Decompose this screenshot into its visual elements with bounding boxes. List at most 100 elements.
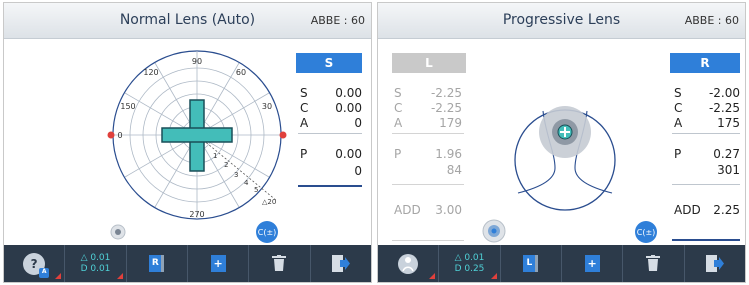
right-red-marker (279, 131, 287, 139)
c-sign-label-right: C(±) (636, 227, 656, 237)
r-c-row: C -2.25 (674, 101, 740, 115)
lens-mode-icon (398, 253, 419, 274)
lens-position-icon-right (482, 219, 506, 243)
l-p-value-1: 1.96 (435, 147, 462, 161)
add-icon-right: + (584, 255, 600, 272)
add-label: + (213, 257, 223, 270)
s-row: S 0.00 (300, 86, 362, 100)
export-button[interactable] (311, 245, 371, 282)
p-value-1: 0.00 (335, 147, 362, 161)
r-header[interactable]: R (670, 53, 740, 73)
r-c-label: C (674, 101, 683, 115)
target-chart: 90 120 60 150 30 0 270 1 2 3 4 5 △20 (107, 50, 287, 240)
help-label: ? (30, 256, 38, 271)
r-lens-button[interactable]: R (127, 245, 188, 282)
l-s-label: S (394, 86, 402, 100)
ring-label-3: 3 (234, 171, 238, 179)
trash-icon (646, 255, 661, 271)
export-icon (705, 255, 724, 272)
normal-lens-panel: Normal Lens (Auto) ABBE : 60 90 120 60 1… (3, 2, 372, 283)
delete-button[interactable] (249, 245, 311, 282)
measure-mode-button[interactable] (378, 245, 440, 282)
lens-cross-marker (161, 99, 233, 172)
r-add-row: ADD 2.25 (674, 203, 740, 217)
l-add-row: ADD 3.00 (394, 203, 462, 217)
ring-label-1: 1 (213, 152, 217, 160)
l-header[interactable]: L (392, 53, 466, 73)
l-a-row: A 179 (394, 116, 462, 130)
help-badge: A (39, 267, 50, 278)
left-toolbar: ? A △ 0.01 D 0.01 R + (4, 245, 371, 282)
export-button-right[interactable] (685, 245, 745, 282)
r-s-sep (672, 133, 740, 134)
r-p-sep (672, 184, 740, 185)
add-label-right: + (587, 257, 597, 270)
l-lens-icon: L (523, 255, 539, 272)
l-a-value: 179 (439, 116, 462, 130)
l-add-label: ADD (394, 203, 421, 217)
right-header: Progressive Lens ABBE : 60 (378, 3, 745, 39)
l-p-value-2: 84 (446, 163, 462, 177)
d-step-right: D 0.25 (454, 263, 485, 274)
l-s-sep (392, 133, 464, 134)
progressive-lens-panel: Progressive Lens ABBE : 60 L S -2.25 C -… (377, 2, 746, 283)
l-add-value: 3.00 (435, 203, 462, 217)
help-button[interactable]: ? A (4, 245, 66, 282)
r-p-row: P 0.27 (674, 147, 740, 161)
left-header: Normal Lens (Auto) ABBE : 60 (4, 3, 371, 39)
l-lens-label: L (526, 258, 533, 268)
angle-0: 0 (117, 131, 122, 140)
r-c-value: -2.25 (708, 101, 740, 115)
delta-step-right: △ 0.01 (454, 252, 485, 263)
r-p2-row: 301 (674, 163, 740, 177)
l-c-value: -2.25 (430, 101, 462, 115)
progressive-lens-diagram (514, 106, 616, 211)
left-abbe-label: ABBE : 60 (310, 14, 365, 27)
c-sign-button-right[interactable]: C(±) (635, 221, 657, 243)
r-add-label: ADD (674, 203, 701, 217)
l-p-label: P (394, 147, 402, 161)
c-value: 0.00 (335, 101, 362, 115)
step-setting-button-right[interactable]: △ 0.01 D 0.25 (439, 245, 501, 282)
l-s-row: S -2.25 (394, 86, 462, 100)
add-button-right[interactable]: + (562, 245, 624, 282)
p-label: P (300, 147, 308, 161)
s-sep (298, 133, 362, 134)
l-add-sep (392, 240, 464, 241)
export-icon (331, 255, 350, 272)
l-lens-button[interactable]: L (501, 245, 562, 282)
r-add-value: 2.25 (713, 203, 740, 217)
r-a-value: 175 (717, 116, 740, 130)
angle-150: 150 (120, 102, 135, 111)
side-s-label: S (324, 56, 334, 70)
side-s-header[interactable]: S (296, 53, 362, 73)
ring-label-5: 5 (254, 186, 258, 194)
r-a-label: A (674, 116, 683, 130)
a-value: 0 (354, 116, 362, 130)
a-row: A 0 (300, 116, 362, 130)
add-button[interactable]: + (188, 245, 250, 282)
trash-icon (272, 255, 287, 271)
left-red-marker (107, 131, 115, 139)
c-sign-button[interactable]: C(±) (256, 221, 278, 243)
angle-270: 270 (189, 210, 204, 219)
r-p-value-1: 0.27 (713, 147, 740, 161)
angle-90: 90 (192, 57, 202, 66)
step-setting-button[interactable]: △ 0.01 D 0.01 (65, 245, 127, 282)
c-sign-label: C(±) (257, 227, 277, 237)
r-p-value-2: 301 (717, 163, 740, 177)
c-label: C (300, 101, 309, 115)
p-sep (298, 185, 362, 187)
p2-row: 0 (300, 164, 362, 178)
p-row: P 0.00 (300, 147, 362, 161)
lens-position-icon (110, 224, 126, 240)
l-c-row: C -2.25 (394, 101, 462, 115)
s-value: 0.00 (335, 86, 362, 100)
angle-120: 120 (143, 68, 158, 77)
p-value-2: 0 (354, 164, 362, 178)
angle-30: 30 (262, 102, 272, 111)
r-add-sep (672, 239, 740, 241)
l-p-sep (392, 184, 464, 185)
r-a-row: A 175 (674, 116, 740, 130)
delete-button-right[interactable] (623, 245, 685, 282)
